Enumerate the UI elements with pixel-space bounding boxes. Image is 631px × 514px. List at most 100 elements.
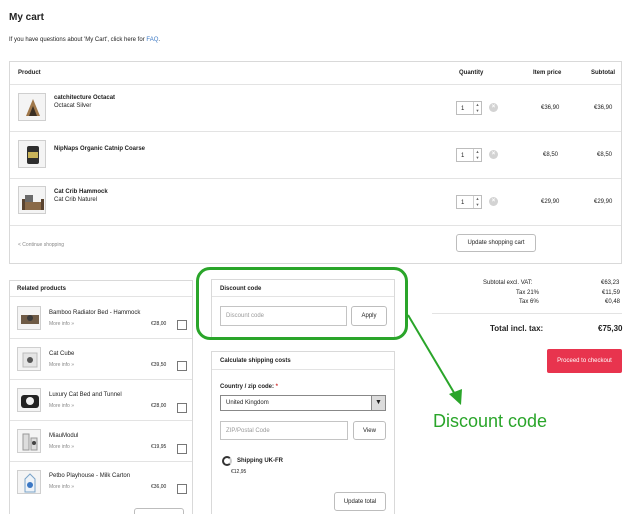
subtotal-label: Subtotal excl. VAT: [483, 280, 533, 286]
related-checkbox[interactable] [177, 444, 187, 454]
related-price: €36,00 [151, 484, 167, 490]
more-info-link[interactable]: More info » [49, 320, 74, 328]
header-product: Product [18, 70, 41, 76]
milk-carton-image [24, 473, 36, 493]
stepper-arrows-icon[interactable]: ▲ ▼ [473, 102, 481, 114]
item-subtotal: €29,90 [594, 199, 613, 205]
related-checkbox[interactable] [177, 361, 187, 371]
tax21-value: €11,59 [602, 290, 620, 296]
annotation-arrow-icon [407, 314, 462, 405]
related-name[interactable]: Luxury Cat Bed and Tunnel [49, 391, 122, 399]
tax6-value: €0,48 [605, 299, 621, 305]
item-price: €29,90 [541, 199, 560, 205]
related-price: €19,95 [151, 444, 167, 450]
faq-line: If you have questions about 'My Cart', c… [9, 36, 160, 44]
related-price: €28,00 [151, 403, 167, 409]
product-thumbnail-hammock[interactable] [18, 186, 46, 214]
related-checkbox[interactable] [177, 484, 187, 494]
divider [10, 338, 192, 339]
related-name[interactable]: MiauModul [49, 432, 78, 440]
item-subtotal: €36,90 [594, 105, 613, 111]
chevron-down-icon[interactable]: ▼ [371, 396, 385, 410]
related-price: €39,50 [151, 362, 167, 368]
related-thumbnail[interactable] [17, 306, 41, 330]
item-price: €8,50 [543, 152, 559, 158]
stepper-arrows-icon[interactable]: ▲ ▼ [473, 196, 481, 208]
remove-item-icon[interactable]: × [489, 103, 498, 112]
related-thumbnail[interactable] [17, 470, 41, 494]
header-subtotal: Subtotal [591, 70, 615, 76]
more-info-link[interactable]: More info » [49, 443, 74, 451]
octacat-image [26, 99, 40, 116]
shipping-title: Calculate shipping costs [220, 358, 291, 364]
stepper-arrows-icon[interactable]: ▲ ▼ [473, 149, 481, 161]
product-name[interactable]: catchitecture Octacat [54, 94, 115, 102]
country-label-text: Country / zip code: [220, 384, 274, 390]
shipping-radio[interactable] [222, 456, 232, 466]
hammock-image [22, 195, 44, 210]
divider [432, 313, 622, 314]
continue-shopping-link[interactable]: < Continue shopping [18, 241, 64, 249]
highlight-frame [196, 267, 408, 340]
more-info-link[interactable]: More info » [49, 402, 74, 410]
header-item-price: Item price [533, 70, 562, 76]
header-quantity: Quantity [459, 70, 484, 76]
total-label: Total incl. tax: [490, 324, 544, 333]
tax21-label: Tax 21% [516, 290, 540, 296]
divider [10, 84, 621, 85]
add-related-button[interactable] [134, 508, 184, 514]
faq-link[interactable]: FAQ [146, 37, 158, 43]
country-label: Country / zip code: * [220, 383, 278, 391]
subtotal-value: €63,23 [601, 280, 620, 286]
product-name[interactable]: Cat Crib Hammock [54, 188, 108, 196]
quantity-stepper[interactable]: 1 ▲ ▼ [456, 195, 482, 209]
related-name[interactable]: Bamboo Radiator Bed - Hammock [49, 309, 140, 317]
faq-suffix: . [158, 37, 161, 43]
quantity-stepper[interactable]: 1 ▲ ▼ [456, 148, 482, 162]
cat-bed-tunnel-image [21, 395, 39, 408]
item-subtotal: €8,50 [597, 152, 613, 158]
related-thumbnail[interactable] [17, 347, 41, 371]
product-thumbnail-octacat[interactable] [18, 93, 46, 121]
catnip-image [27, 146, 39, 164]
related-checkbox[interactable] [177, 403, 187, 413]
divider [212, 369, 394, 370]
zip-input[interactable]: ZIP/Postal Code [220, 421, 348, 440]
cat-cube-image [22, 352, 38, 368]
divider [10, 461, 192, 462]
remove-item-icon[interactable]: × [489, 150, 498, 159]
shipping-method: Shipping UK-FR [237, 458, 283, 464]
related-name[interactable]: Cat Cube [49, 350, 74, 358]
quantity-stepper[interactable]: 1 ▲ ▼ [456, 101, 482, 115]
quantity-value: 1 [461, 106, 465, 112]
more-info-link[interactable]: More info » [49, 361, 74, 369]
more-info-link[interactable]: More info » [49, 483, 74, 491]
miaumodul-image [22, 433, 38, 451]
annotation-label: Discount code [433, 411, 548, 431]
country-value: United Kingdom [226, 400, 269, 406]
faq-text: If you have questions about 'My Cart', c… [9, 37, 147, 43]
quantity-value: 1 [461, 200, 465, 206]
related-name[interactable]: Petbo Playhouse - Milk Carton [49, 472, 130, 480]
product-thumbnail-catnip[interactable] [18, 140, 46, 168]
product-variant: Octacat Silver [54, 103, 92, 109]
remove-item-icon[interactable]: × [489, 197, 498, 206]
radiator-bed-image [21, 315, 39, 324]
divider [10, 296, 192, 297]
product-variant: Cat Crib Naturel [54, 197, 98, 203]
update-cart-button[interactable]: Update shopping cart [456, 234, 536, 252]
country-select[interactable]: United Kingdom ▼ [220, 395, 386, 411]
divider [10, 379, 192, 380]
total-value: €75,30 [598, 324, 623, 333]
related-checkbox[interactable] [177, 320, 187, 330]
shipping-price: €12,95 [231, 469, 247, 475]
required-mark: * [275, 384, 279, 390]
view-button[interactable]: View [353, 421, 386, 440]
product-name[interactable]: NipNaps Organic Catnip Coarse [54, 145, 145, 153]
related-thumbnail[interactable] [17, 388, 41, 412]
update-total-button[interactable]: Update total [334, 492, 386, 511]
page-title: My cart [9, 12, 45, 23]
checkout-button[interactable]: Proceed to checkout [547, 349, 622, 373]
item-price: €36,90 [541, 105, 560, 111]
related-thumbnail[interactable] [17, 429, 41, 453]
